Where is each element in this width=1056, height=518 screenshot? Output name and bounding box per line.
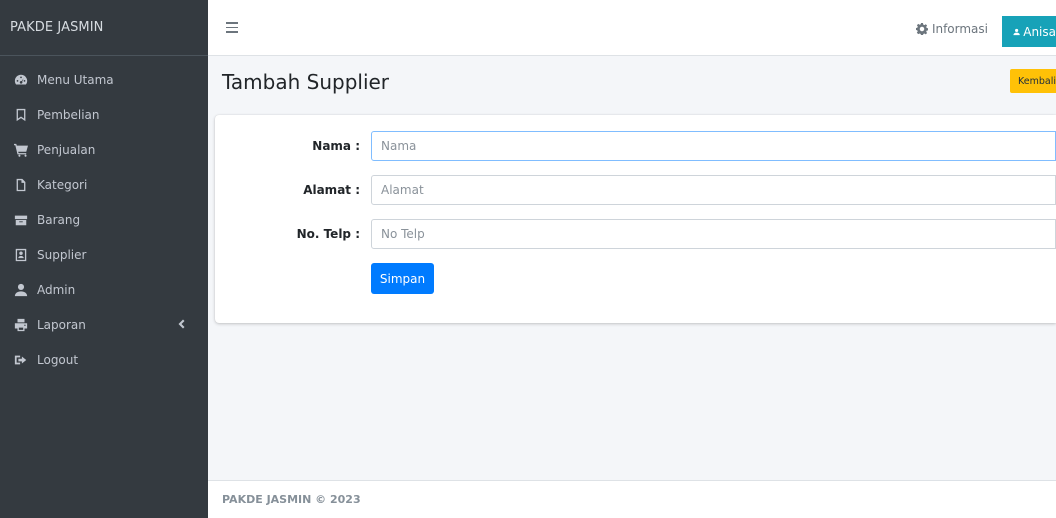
sidebar-item-label: Menu Utama	[37, 72, 114, 87]
cart-icon	[14, 143, 28, 157]
save-button[interactable]: Simpan	[371, 263, 434, 294]
contact-card-icon	[14, 248, 28, 262]
sidebar-item-label: Penjualan	[37, 142, 96, 157]
sidebar-item-logout[interactable]: Logout	[0, 342, 208, 377]
page-title: Tambah Supplier	[222, 70, 390, 94]
back-button[interactable]: Kembali	[1010, 69, 1056, 93]
sidebar-item-label: Logout	[37, 352, 79, 367]
user-menu-button[interactable]: Anisa	[1002, 16, 1056, 47]
sidebar-item-label: Barang	[37, 212, 81, 227]
sidebar-item-penjualan[interactable]: Penjualan	[0, 132, 208, 167]
sign-out-icon	[14, 353, 28, 367]
sidebar-item-laporan[interactable]: Laporan	[0, 307, 208, 342]
chevron-left-icon	[176, 318, 186, 330]
file-icon	[14, 178, 28, 192]
sidebar-item-label: Supplier	[37, 247, 87, 262]
telp-input[interactable]	[371, 219, 1056, 249]
sidebar: PAKDE JASMIN Menu Utama Pembelian Penjua…	[0, 0, 208, 518]
box-icon	[14, 213, 28, 227]
main-content: Tambah Supplier Kembali Nama : Alamat : …	[208, 56, 1056, 480]
alamat-input[interactable]	[371, 175, 1056, 205]
sidebar-item-menu-utama[interactable]: Menu Utama	[0, 62, 208, 97]
sidebar-item-supplier[interactable]: Supplier	[0, 237, 208, 272]
user-icon	[14, 283, 28, 297]
hamburger-menu-icon[interactable]	[226, 22, 238, 33]
dashboard-icon	[14, 73, 28, 87]
sidebar-item-label: Pembelian	[37, 107, 100, 122]
footer: PAKDE JASMIN © 2023	[208, 480, 1056, 518]
printer-icon	[14, 318, 28, 332]
nama-input[interactable]	[371, 131, 1056, 161]
sidebar-item-label: Kategori	[37, 177, 88, 192]
sidebar-item-label: Laporan	[37, 317, 86, 332]
user-name-label: Anisa	[1023, 24, 1056, 39]
gear-icon	[915, 23, 928, 35]
top-navbar: Informasi Anisa	[208, 0, 1056, 56]
sidebar-nav: Menu Utama Pembelian Penjualan Kategori …	[0, 56, 208, 377]
user-icon	[1013, 28, 1020, 35]
brand-title[interactable]: PAKDE JASMIN	[0, 0, 208, 56]
sidebar-item-label: Admin	[37, 282, 76, 297]
supplier-form-card: Nama : Alamat : No. Telp : Simpan	[215, 115, 1056, 323]
informasi-label: Informasi	[931, 22, 988, 36]
nama-label: Nama :	[312, 139, 360, 153]
informasi-link[interactable]: Informasi	[915, 22, 988, 36]
telp-label: No. Telp :	[296, 227, 360, 241]
sidebar-item-admin[interactable]: Admin	[0, 272, 208, 307]
sidebar-item-kategori[interactable]: Kategori	[0, 167, 208, 202]
sidebar-item-pembelian[interactable]: Pembelian	[0, 97, 208, 132]
footer-copyright: PAKDE JASMIN © 2023	[222, 493, 361, 506]
alamat-label: Alamat :	[303, 183, 360, 197]
sidebar-item-barang[interactable]: Barang	[0, 202, 208, 237]
bookmark-icon	[14, 108, 28, 122]
